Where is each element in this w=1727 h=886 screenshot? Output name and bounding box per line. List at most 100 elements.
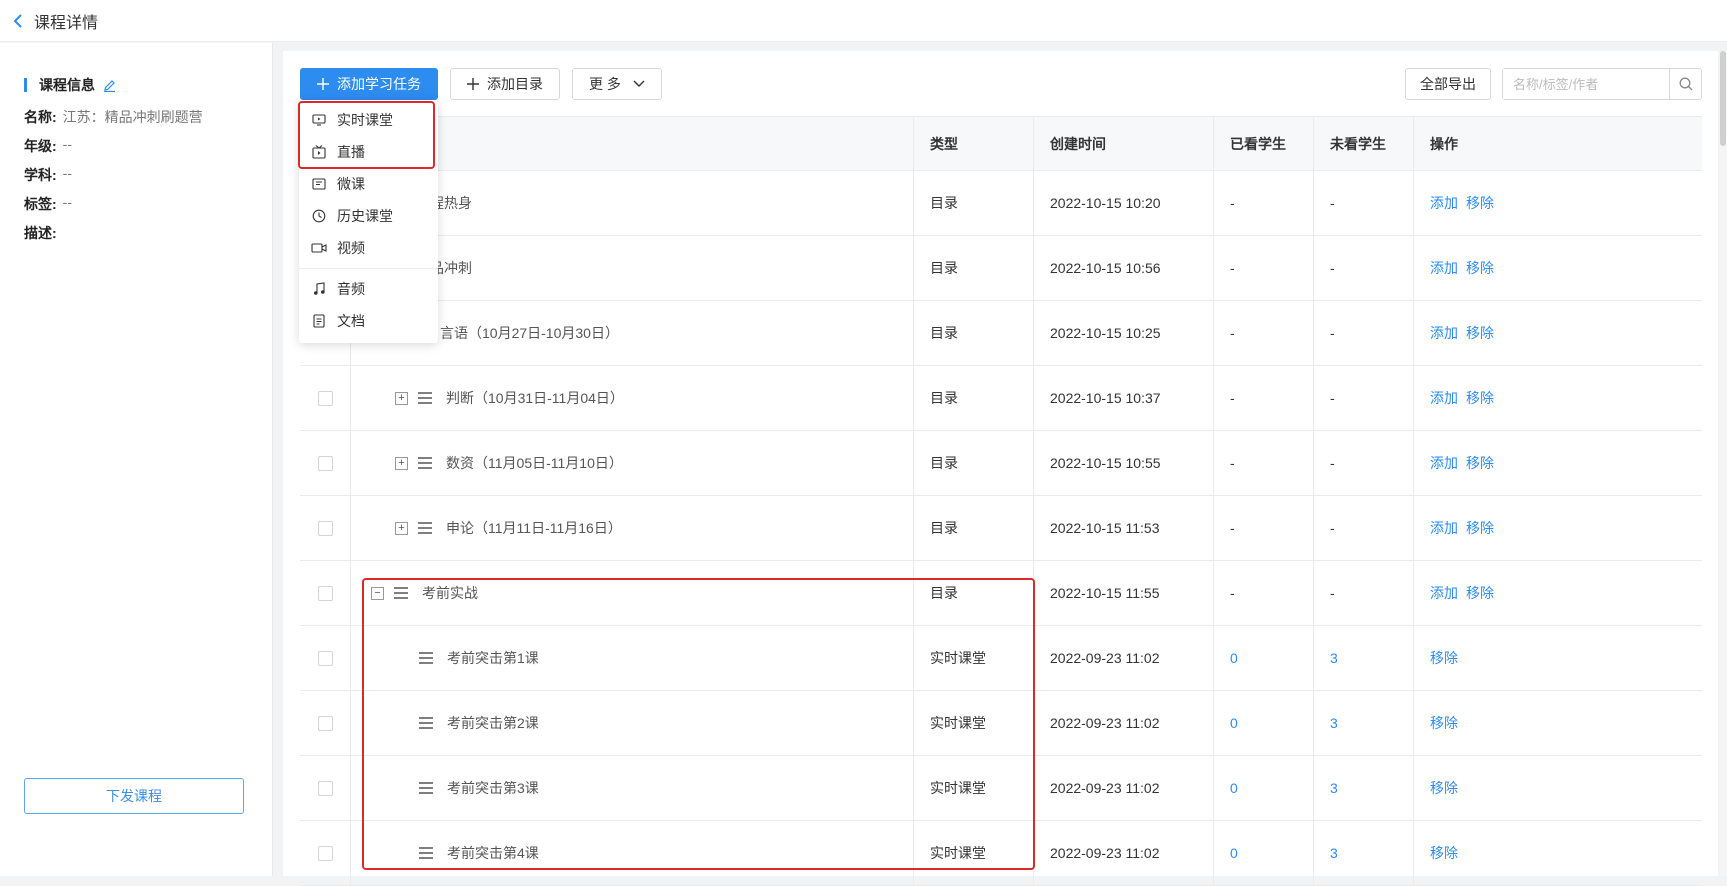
menu-item-micro-lesson[interactable]: 微课 [299, 168, 438, 200]
expand-plus-icon[interactable]: + [395, 521, 408, 535]
row-checkbox-cell [300, 561, 351, 625]
table-row: 言语（10月27日-10月30日） 目录 2022-10-15 10:25 - … [300, 301, 1702, 366]
remove-link[interactable]: 移除 [1430, 778, 1458, 798]
add-link[interactable]: 添加 [1430, 583, 1458, 603]
page-title: 课程详情 [34, 14, 99, 32]
add-directory-button[interactable]: 添加目录 [450, 68, 560, 100]
add-link[interactable]: 添加 [1430, 323, 1458, 343]
unseen-count-link[interactable]: 3 [1330, 780, 1338, 796]
field-label: 年级: [24, 138, 57, 154]
menu-item-video[interactable]: 视频 [299, 232, 438, 264]
row-checkbox[interactable] [317, 715, 333, 731]
add-learning-task-button[interactable]: 添加学习任务 [300, 68, 438, 100]
unseen-cell: - [1314, 431, 1414, 495]
seen-count-link[interactable]: 0 [1230, 715, 1238, 731]
time-cell: 2022-09-23 11:02 [1034, 691, 1214, 755]
more-dropdown-button[interactable]: 更 多 [572, 68, 662, 100]
vertical-scrollbar[interactable] [1719, 51, 1727, 876]
header-actions: 操作 [1430, 135, 1458, 152]
table-row: 考前突击第4课 实时课堂 2022-09-23 11:02 0 3 移除 [300, 821, 1702, 886]
add-link[interactable]: 添加 [1430, 193, 1458, 213]
actions-cell: 移除 [1414, 691, 1702, 755]
menu-item-document[interactable]: 文档 [299, 305, 438, 337]
remove-link[interactable]: 移除 [1466, 583, 1494, 603]
seen-count-link[interactable]: 0 [1230, 780, 1238, 796]
menu-item-label: 文档 [337, 313, 365, 329]
dispatch-course-button[interactable]: 下发课程 [24, 778, 244, 814]
remove-link[interactable]: 移除 [1430, 843, 1458, 863]
remove-link[interactable]: 移除 [1466, 258, 1494, 278]
row-checkbox[interactable] [317, 390, 333, 406]
row-checkbox[interactable] [317, 845, 333, 861]
remove-link[interactable]: 移除 [1430, 648, 1458, 668]
seen-cell: 0 [1214, 821, 1314, 885]
unseen-cell: - [1314, 301, 1414, 365]
main-panel: 添加学习任务 添加目录 更 多 全部导出 类型 创建时间 已看学生 未看 [283, 51, 1718, 886]
seen-cell: - [1214, 236, 1314, 300]
unseen-cell: 3 [1314, 821, 1414, 885]
add-task-dropdown-menu: 实时课堂 直播 微课 历史课堂 视频 音频 文档 [299, 100, 438, 343]
row-checkbox[interactable] [317, 650, 333, 666]
menu-item-audio[interactable]: 音频 [299, 273, 438, 305]
add-link[interactable]: 添加 [1430, 388, 1458, 408]
remove-link[interactable]: 移除 [1466, 518, 1494, 538]
export-all-button[interactable]: 全部导出 [1405, 68, 1491, 100]
remove-link[interactable]: 移除 [1466, 388, 1494, 408]
table-row: 考前突击第1课 实时课堂 2022-09-23 11:02 0 3 移除 [300, 626, 1702, 691]
remove-link[interactable]: 移除 [1466, 323, 1494, 343]
remove-link[interactable]: 移除 [1466, 193, 1494, 213]
add-link[interactable]: 添加 [1430, 258, 1458, 278]
row-checkbox[interactable] [317, 520, 333, 536]
drag-handle-icon[interactable] [419, 717, 433, 729]
time-cell: 2022-10-15 10:20 [1034, 171, 1214, 235]
unseen-count-link[interactable]: 3 [1330, 715, 1338, 731]
search-input[interactable] [1503, 69, 1669, 99]
row-name: 数资（11月05日-11月10日） [446, 455, 623, 471]
expand-plus-icon[interactable]: + [395, 391, 408, 405]
edit-pencil-icon[interactable] [103, 79, 116, 92]
row-checkbox-cell [300, 496, 351, 560]
search-icon[interactable] [1669, 69, 1701, 99]
drag-handle-icon[interactable] [419, 847, 433, 859]
unseen-cell: - [1314, 366, 1414, 430]
row-name: 考前突击第4课 [447, 845, 539, 861]
unseen-count-link[interactable]: 3 [1330, 845, 1338, 861]
back-arrow-icon[interactable] [6, 9, 30, 33]
add-link[interactable]: 添加 [1430, 518, 1458, 538]
add-learning-task-label: 添加学习任务 [337, 76, 421, 92]
drag-handle-icon[interactable] [419, 782, 433, 794]
menu-item-live-broadcast[interactable]: 直播 [299, 136, 438, 168]
time-cell: 2022-10-15 11:53 [1034, 496, 1214, 560]
name-cell: − 考前实战 [351, 561, 914, 625]
type-cell: 目录 [914, 366, 1034, 430]
menu-item-label: 音频 [337, 281, 365, 297]
unseen-count-link[interactable]: 3 [1330, 650, 1338, 666]
row-checkbox[interactable] [317, 780, 333, 796]
row-checkbox[interactable] [317, 585, 333, 601]
drag-handle-icon[interactable] [418, 392, 432, 404]
course-info-title: 课程信息 [39, 77, 95, 93]
drag-handle-icon[interactable] [418, 522, 432, 534]
name-cell: + 数资（11月05日-11月10日） [351, 431, 914, 495]
row-checkbox[interactable] [317, 455, 333, 471]
table-row: 程热身 目录 2022-10-15 10:20 - - 添加 移除 [300, 171, 1702, 236]
seen-count-link[interactable]: 0 [1230, 650, 1238, 666]
drag-handle-icon[interactable] [418, 457, 432, 469]
table-row: 考前突击第3课 实时课堂 2022-09-23 11:02 0 3 移除 [300, 756, 1702, 821]
remove-link[interactable]: 移除 [1466, 453, 1494, 473]
row-checkbox-cell [300, 821, 351, 885]
add-link[interactable]: 添加 [1430, 453, 1458, 473]
field-value: -- [62, 165, 72, 181]
drag-handle-icon[interactable] [419, 652, 433, 664]
remove-link[interactable]: 移除 [1430, 713, 1458, 733]
scrollbar-thumb[interactable] [1720, 51, 1726, 146]
menu-item-live-class[interactable]: 实时课堂 [299, 104, 438, 136]
menu-item-history-class[interactable]: 历史课堂 [299, 200, 438, 232]
expand-plus-icon[interactable]: + [395, 456, 408, 470]
collapse-minus-icon[interactable]: − [371, 586, 384, 600]
name-cell: + 判断（10月31日-11月04日） [351, 366, 914, 430]
seen-cell: 0 [1214, 691, 1314, 755]
seen-count-link[interactable]: 0 [1230, 845, 1238, 861]
drag-handle-icon[interactable] [394, 587, 408, 599]
field-label: 描述: [24, 225, 57, 241]
